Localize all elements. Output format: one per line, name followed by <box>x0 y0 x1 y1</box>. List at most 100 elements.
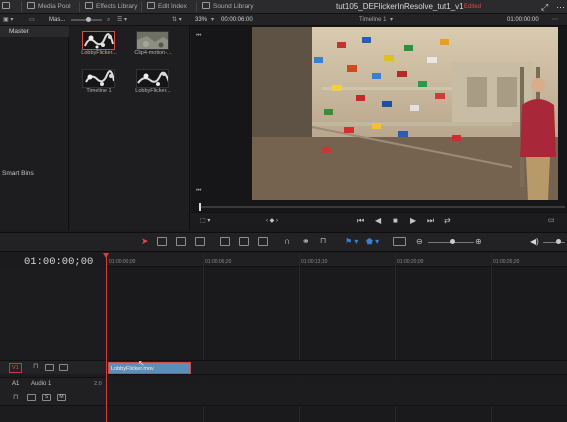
zoom-level[interactable]: 33% <box>195 14 207 26</box>
smart-bins-header[interactable]: Smart Bins <box>2 170 34 177</box>
clip-thumbnail[interactable] <box>82 69 115 88</box>
timeline-view-icon[interactable] <box>393 237 406 246</box>
lock-icon[interactable]: ⊓ <box>320 235 326 247</box>
replace-clip-icon[interactable] <box>258 237 268 246</box>
effects-library-icon <box>85 2 93 9</box>
zoom-out-icon[interactable]: ⊖ <box>416 236 423 248</box>
zoom-in-icon[interactable]: ⊕ <box>475 236 482 248</box>
linked-selection-icon[interactable]: ⚭ <box>302 235 310 247</box>
viewer-options-icon[interactable]: ⋯ <box>552 14 558 26</box>
media-pool-button[interactable]: Media Pool <box>27 0 71 14</box>
clip-thumbnail-image <box>137 70 168 87</box>
clip-thumbnail[interactable] <box>82 31 115 50</box>
auto-select-icon[interactable] <box>45 364 54 371</box>
mute-button[interactable]: M <box>57 394 66 401</box>
media-pool-icon <box>27 2 35 9</box>
viewer-left-marker-icon[interactable]: ⏮ <box>196 30 201 42</box>
media-pool-label: Media Pool <box>38 3 71 10</box>
clip-item[interactable]: Timeline 1 <box>77 69 121 94</box>
workspace-icon[interactable] <box>2 0 13 14</box>
zoom-slider-knob[interactable] <box>450 239 455 244</box>
play-reverse-button[interactable]: ◀ <box>375 212 381 230</box>
divider <box>196 2 197 12</box>
audio-auto-select-icon[interactable] <box>27 394 36 401</box>
dynamic-trim-icon[interactable] <box>176 237 186 246</box>
mouse-cursor-icon: ↖ <box>138 359 145 368</box>
master-bin[interactable]: Master <box>0 26 69 37</box>
audio-track-lane[interactable] <box>107 377 567 406</box>
clip-thumbnail[interactable] <box>136 31 169 50</box>
go-to-first-button[interactable]: ⏮ <box>357 212 364 230</box>
effects-library-label: Effects Library <box>96 3 138 10</box>
viewer-left-marker-icon[interactable]: ⏮ <box>196 185 201 197</box>
source-timecode: 00:00:06:00 <box>221 17 253 23</box>
audio-channel-format: 2.0 <box>94 381 102 387</box>
sound-library-button[interactable]: Sound Library <box>202 0 253 14</box>
sound-library-icon <box>202 2 210 9</box>
go-to-last-button[interactable]: ⏭ <box>427 212 434 230</box>
clip-name: Clip4-motion-... <box>134 50 172 56</box>
record-timecode: 01:00:00:00 <box>507 17 539 23</box>
viewer-playhead[interactable] <box>199 203 201 211</box>
track-lock-icon[interactable]: ⊓ <box>33 362 38 370</box>
snapping-icon[interactable]: ∩ <box>284 235 290 247</box>
master-bin-label: Master <box>9 28 29 35</box>
insert-clip-icon[interactable] <box>220 237 230 246</box>
bin-selector[interactable]: Mas... <box>49 14 65 26</box>
viewer-mode-icon[interactable]: ⬚ ▾ <box>200 212 210 230</box>
divider <box>79 2 80 12</box>
a1-track-selector[interactable]: A1 <box>12 381 19 387</box>
slider-knob[interactable] <box>86 17 91 22</box>
clip-thumbnail[interactable] <box>136 69 169 88</box>
play-button[interactable]: ▶ <box>410 212 416 230</box>
timeline-dropdown-icon[interactable]: ▾ <box>390 14 393 26</box>
volume-icon[interactable]: ◀) <box>530 236 539 248</box>
audio-track-name[interactable]: Audio 1 <box>31 381 51 387</box>
video-frame[interactable] <box>252 27 558 200</box>
timeline-playhead[interactable] <box>106 253 107 422</box>
viewer-scrubber[interactable] <box>199 206 565 208</box>
marker-icon[interactable]: ⬟ ▾ <box>366 236 379 248</box>
edit-index-button[interactable]: Edit Index <box>147 0 187 14</box>
flag-icon[interactable]: ⚑ ▾ <box>345 236 358 248</box>
timeline-name[interactable]: Timeline 1 <box>359 14 386 26</box>
edit-index-label: Edit Index <box>158 3 187 10</box>
bin-dropdown-icon[interactable]: ▭ <box>29 14 39 25</box>
zoom-dropdown-icon[interactable]: ▾ <box>211 14 214 26</box>
playhead-handle[interactable] <box>103 253 109 258</box>
more-options-icon[interactable]: ⋯ <box>556 0 565 14</box>
v1-track-selector[interactable]: V1 <box>9 363 22 373</box>
video-frame-image <box>252 27 558 200</box>
audio-lock-icon[interactable]: ⊓ <box>13 393 18 401</box>
solo-button[interactable]: S <box>42 394 51 401</box>
list-view-icon[interactable]: ☰ ▾ <box>117 14 127 26</box>
overwrite-clip-icon[interactable] <box>239 237 249 246</box>
blade-tool-icon[interactable] <box>195 237 205 246</box>
stop-button[interactable]: ■ <box>393 212 398 230</box>
jog-control[interactable]: ‹ ◆ › <box>266 212 278 230</box>
track-visibility-icon[interactable] <box>59 364 68 371</box>
clip-item[interactable]: LobbyFlicker... <box>77 31 121 56</box>
sound-library-label: Sound Library <box>213 3 254 10</box>
match-frame-icon[interactable]: ▭ <box>548 212 555 230</box>
divider <box>141 2 142 12</box>
volume-knob[interactable] <box>556 239 561 244</box>
volume-slider[interactable] <box>543 242 565 243</box>
layout-icon[interactable]: ▣ ▾ <box>3 14 13 26</box>
clip-thumbnail-image <box>83 70 114 87</box>
clip-thumbnail-image <box>137 32 168 49</box>
loop-button[interactable]: ⇄ <box>444 212 451 230</box>
fullscreen-icon[interactable]: ⤢ <box>541 0 548 14</box>
selection-tool-icon[interactable]: ➤ <box>141 235 149 247</box>
clip-name: Timeline 1 <box>86 88 112 94</box>
clip-item[interactable]: Clip4-motion-... <box>131 31 175 56</box>
clip-item[interactable]: LobbyFlicker... <box>131 69 175 94</box>
ruler-label: 01:00:26;20 <box>493 259 520 265</box>
search-icon[interactable]: ⌕ <box>107 14 110 26</box>
trim-tool-icon[interactable] <box>157 237 167 246</box>
sort-icon[interactable]: ⇅ ▾ <box>172 14 182 26</box>
edited-badge: Edited <box>464 4 482 10</box>
effects-library-button[interactable]: Effects Library <box>85 0 137 14</box>
clip-thumbnail-image <box>83 32 114 49</box>
timeline-clip[interactable]: LobbyFlicker.mov <box>108 362 191 374</box>
